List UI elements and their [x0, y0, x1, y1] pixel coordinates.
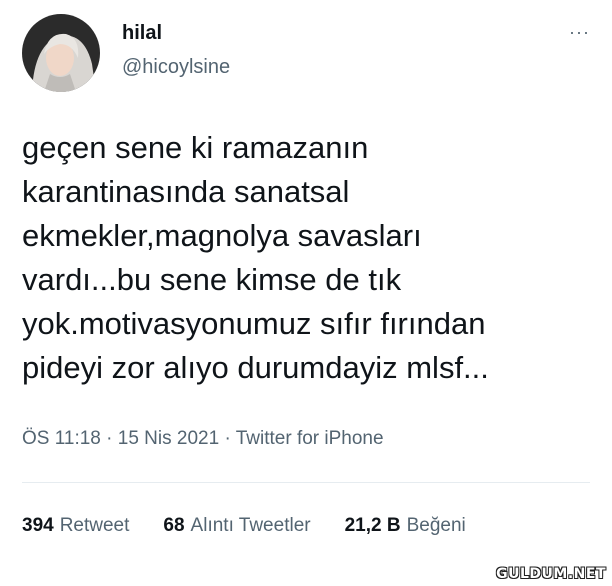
avatar[interactable] [22, 14, 100, 92]
watermark: GULDUM.NET [496, 566, 606, 582]
quote-count[interactable]: 68 Alıntı Tweetler [163, 515, 310, 537]
user-handle[interactable]: @hicoylsine [122, 56, 230, 79]
retweet-label: Retweet [59, 515, 130, 536]
retweet-count[interactable]: 394 Retweet [22, 515, 129, 537]
ellipsis-icon[interactable]: ··· [569, 22, 590, 43]
tweet-meta: ÖS 11:18 · 15 Nis 2021 · Twitter for iPh… [22, 428, 384, 450]
retweet-count-value: 394 [22, 515, 54, 536]
display-name[interactable]: hilal [122, 22, 162, 45]
divider [22, 482, 590, 483]
meta-separator: · [100, 428, 118, 449]
tweet-source[interactable]: Twitter for iPhone [236, 428, 384, 449]
like-count-value: 21,2 B [344, 515, 401, 536]
quote-count-value: 68 [163, 515, 185, 536]
like-label: Beğeni [406, 515, 466, 536]
tweet-text: geçen sene ki ramazanın karantinasında s… [22, 130, 489, 385]
tweet-date[interactable]: 15 Nis 2021 [118, 428, 219, 449]
meta-separator: · [219, 428, 236, 449]
quote-label: Alıntı Tweetler [190, 515, 311, 536]
like-count[interactable]: 21,2 B Beğeni [345, 515, 466, 537]
tweet-time[interactable]: ÖS 11:18 [22, 428, 101, 449]
profile-photo-icon [22, 14, 100, 92]
engagement-stats: 394 Retweet 68 Alıntı Tweetler 21,2 B Beğen… [22, 515, 500, 537]
